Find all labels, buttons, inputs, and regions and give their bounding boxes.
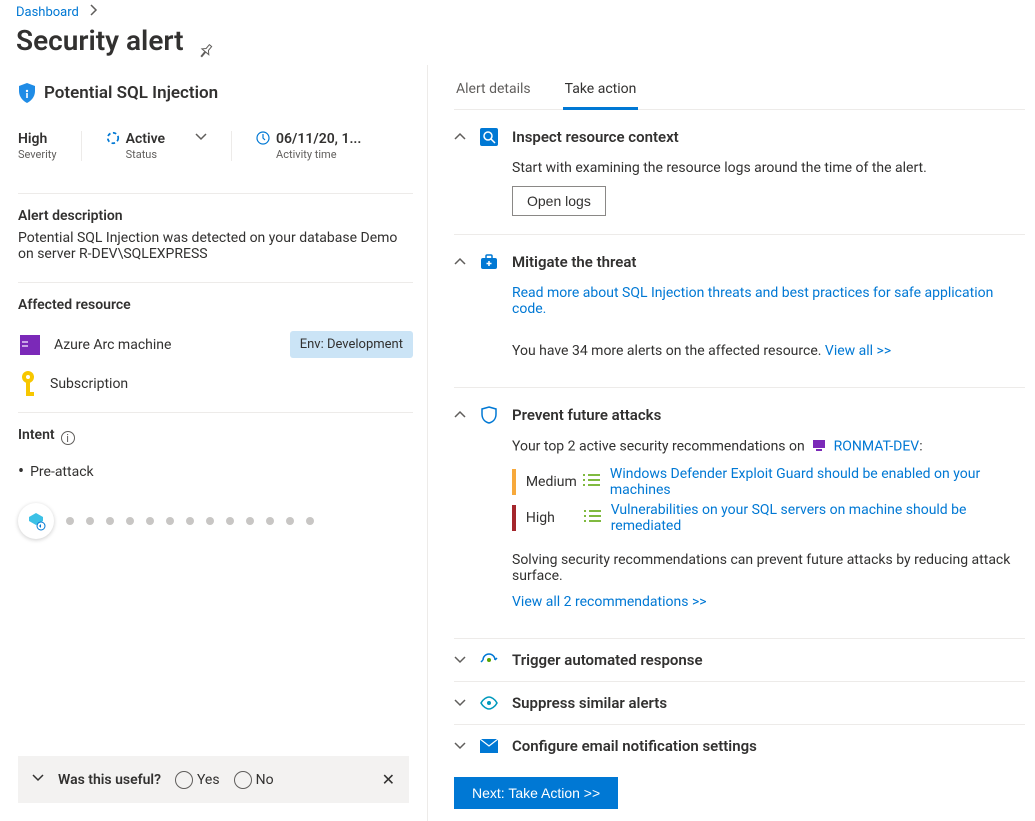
severity-label: High (526, 510, 584, 526)
recommendation-row-high[interactable]: High Vulnerabilities on your SQL servers… (512, 502, 1025, 534)
medkit-icon (480, 253, 498, 271)
breadcrumb: Dashboard (0, 0, 1035, 20)
chevron-down-icon[interactable] (195, 131, 207, 147)
alert-name: Potential SQL Injection (18, 83, 413, 103)
chevron-up-icon (454, 131, 466, 143)
info-icon[interactable]: i (61, 431, 75, 445)
intent-start-node (18, 503, 54, 539)
shield-icon (18, 83, 36, 103)
panel-prevent-header[interactable]: Prevent future attacks (454, 406, 1025, 424)
more-alerts-text: You have 34 more alerts on the affected … (512, 343, 825, 359)
chevron-right-icon (82, 5, 106, 20)
recommendation-row-medium[interactable]: Medium Windows Defender Exploit Guard sh… (512, 466, 1025, 498)
prevent-intro: Your top 2 active security recommendatio… (512, 438, 1025, 456)
inspect-description: Start with examining the resource logs a… (512, 160, 1025, 176)
chevron-down-icon[interactable] (32, 772, 44, 788)
computer-icon (812, 438, 826, 456)
shield-outline-icon (480, 406, 498, 424)
solving-text: Solving security recommendations can pre… (512, 552, 1025, 584)
panel-email-header[interactable]: Configure email notification settings (454, 737, 1025, 755)
chevron-down-icon (454, 697, 466, 709)
alert-description-body: Potential SQL Injection was detected on … (18, 230, 413, 262)
panel-inspect-header[interactable]: Inspect resource context (454, 128, 1025, 146)
tab-take-action[interactable]: Take action (563, 75, 639, 110)
feedback-bar: Was this useful? Yes No ✕ (18, 756, 409, 803)
resource-label: Azure Arc machine (54, 337, 171, 353)
open-logs-button[interactable]: Open logs (512, 186, 606, 216)
resource-label: Subscription (50, 376, 128, 392)
eye-off-icon (480, 694, 498, 712)
tab-alert-details[interactable]: Alert details (454, 75, 533, 109)
key-icon (18, 370, 38, 398)
recommendation-link[interactable]: Windows Defender Exploit Guard should be… (610, 466, 1025, 498)
view-all-recs-link[interactable]: View all 2 recommendations >> (512, 594, 707, 610)
inspect-icon (480, 128, 498, 146)
status-stat[interactable]: Active Status (82, 131, 232, 161)
pin-icon[interactable] (198, 33, 214, 49)
intent-timeline (18, 503, 413, 539)
severity-bar-high (512, 505, 516, 531)
severity-stat: High Severity (18, 131, 82, 161)
close-icon[interactable]: ✕ (382, 770, 395, 789)
server-icon (18, 333, 42, 357)
next-take-action-button[interactable]: Next: Take Action >> (454, 777, 618, 809)
chevron-up-icon (454, 409, 466, 421)
chevron-up-icon (454, 256, 466, 268)
recommendation-link[interactable]: Vulnerabilities on your SQL servers on m… (611, 502, 1025, 534)
chevron-down-icon (454, 740, 466, 752)
breadcrumb-root-link[interactable]: Dashboard (16, 5, 79, 20)
automation-icon (480, 651, 498, 669)
severity-label: Medium (526, 474, 583, 490)
checklist-icon (584, 509, 611, 527)
intent-heading: Intent i (18, 427, 413, 449)
resource-link[interactable]: RONMAT-DEV (834, 439, 920, 455)
feedback-yes[interactable]: Yes (175, 771, 220, 789)
severity-bar-medium (512, 469, 516, 495)
mitigate-link[interactable]: Read more about SQL Injection threats an… (512, 285, 993, 317)
chevron-down-icon (454, 654, 466, 666)
panel-suppress-header[interactable]: Suppress similar alerts (454, 694, 1025, 712)
activity-stat: 06/11/20, 1... Activity time (232, 131, 385, 161)
page-title: Security alert (16, 24, 1035, 57)
tab-bar: Alert details Take action (454, 65, 1025, 110)
panel-mitigate-header[interactable]: Mitigate the threat (454, 253, 1025, 271)
spinner-icon (106, 131, 120, 145)
mail-icon (480, 737, 498, 755)
alert-description-heading: Alert description (18, 208, 413, 224)
panel-trigger-header[interactable]: Trigger automated response (454, 651, 1025, 669)
intent-stage: • Pre-attack (18, 463, 413, 481)
view-all-alerts-link[interactable]: View all >> (825, 343, 891, 359)
clock-icon (256, 131, 270, 145)
affected-resource-heading: Affected resource (18, 297, 413, 313)
resource-item-subscription[interactable]: Subscription (18, 370, 413, 398)
env-badge: Env: Development (290, 331, 413, 358)
checklist-icon (583, 473, 610, 491)
feedback-no[interactable]: No (234, 771, 274, 789)
resource-item-arc[interactable]: Azure Arc machine Env: Development (18, 331, 413, 358)
